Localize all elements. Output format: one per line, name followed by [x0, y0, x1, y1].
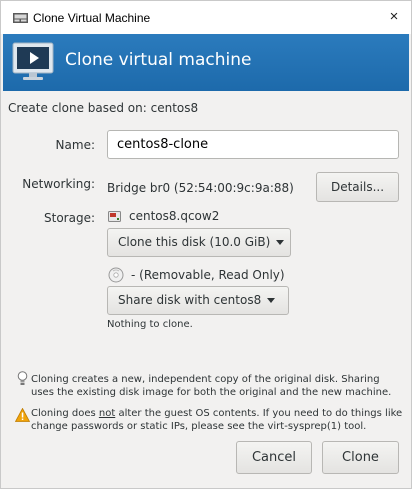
disk2-action-dropdown[interactable]: Share disk with centos8 [107, 286, 289, 315]
monitor-icon [12, 42, 54, 80]
warning-icon [15, 408, 30, 422]
close-icon[interactable]: × [385, 8, 403, 26]
storage-label: Storage: [44, 211, 95, 225]
based-on-label: Create clone based on: centos8 [8, 101, 199, 115]
nothing-to-clone-note: Nothing to clone. [107, 319, 193, 330]
networking-value: Bridge br0 (52:54:00:9c:9a:88) [107, 181, 294, 195]
warning-emphasis: not [98, 408, 116, 419]
disk-image-icon [108, 211, 121, 222]
title-bar: Clone Virtual Machine × [1, 1, 411, 34]
networking-label: Networking: [22, 177, 95, 191]
name-label: Name: [55, 138, 95, 152]
disk1-action-label: Clone this disk (10.0 GiB) [118, 235, 271, 249]
cancel-button[interactable]: Cancel [236, 441, 312, 474]
lightbulb-icon [17, 371, 28, 385]
disk2-name: - (Removable, Read Only) [131, 268, 285, 282]
cdrom-icon [108, 267, 124, 283]
window-title: Clone Virtual Machine [33, 11, 151, 25]
disk1-name: centos8.qcow2 [129, 209, 220, 223]
chevron-down-icon [276, 240, 285, 245]
clone-vm-window: Clone Virtual Machine × Clone virtual ma… [0, 0, 412, 489]
disk1-action-dropdown[interactable]: Clone this disk (10.0 GiB) [107, 228, 291, 257]
clone-warning-note: Cloning does not alter the guest OS cont… [31, 407, 403, 433]
warning-text-start: Cloning does [31, 408, 99, 419]
chevron-down-icon [267, 298, 276, 303]
vm-manager-icon [13, 13, 28, 23]
details-button[interactable]: Details... [316, 172, 399, 202]
name-field[interactable]: centos8-clone [107, 130, 399, 159]
banner-title: Clone virtual machine [65, 50, 252, 70]
clone-info-note: Cloning creates a new, independent copy … [31, 374, 392, 398]
clone-button[interactable]: Clone [322, 441, 399, 474]
disk2-action-label: Share disk with centos8 [118, 293, 262, 307]
header-banner: Clone virtual machine [3, 34, 409, 91]
